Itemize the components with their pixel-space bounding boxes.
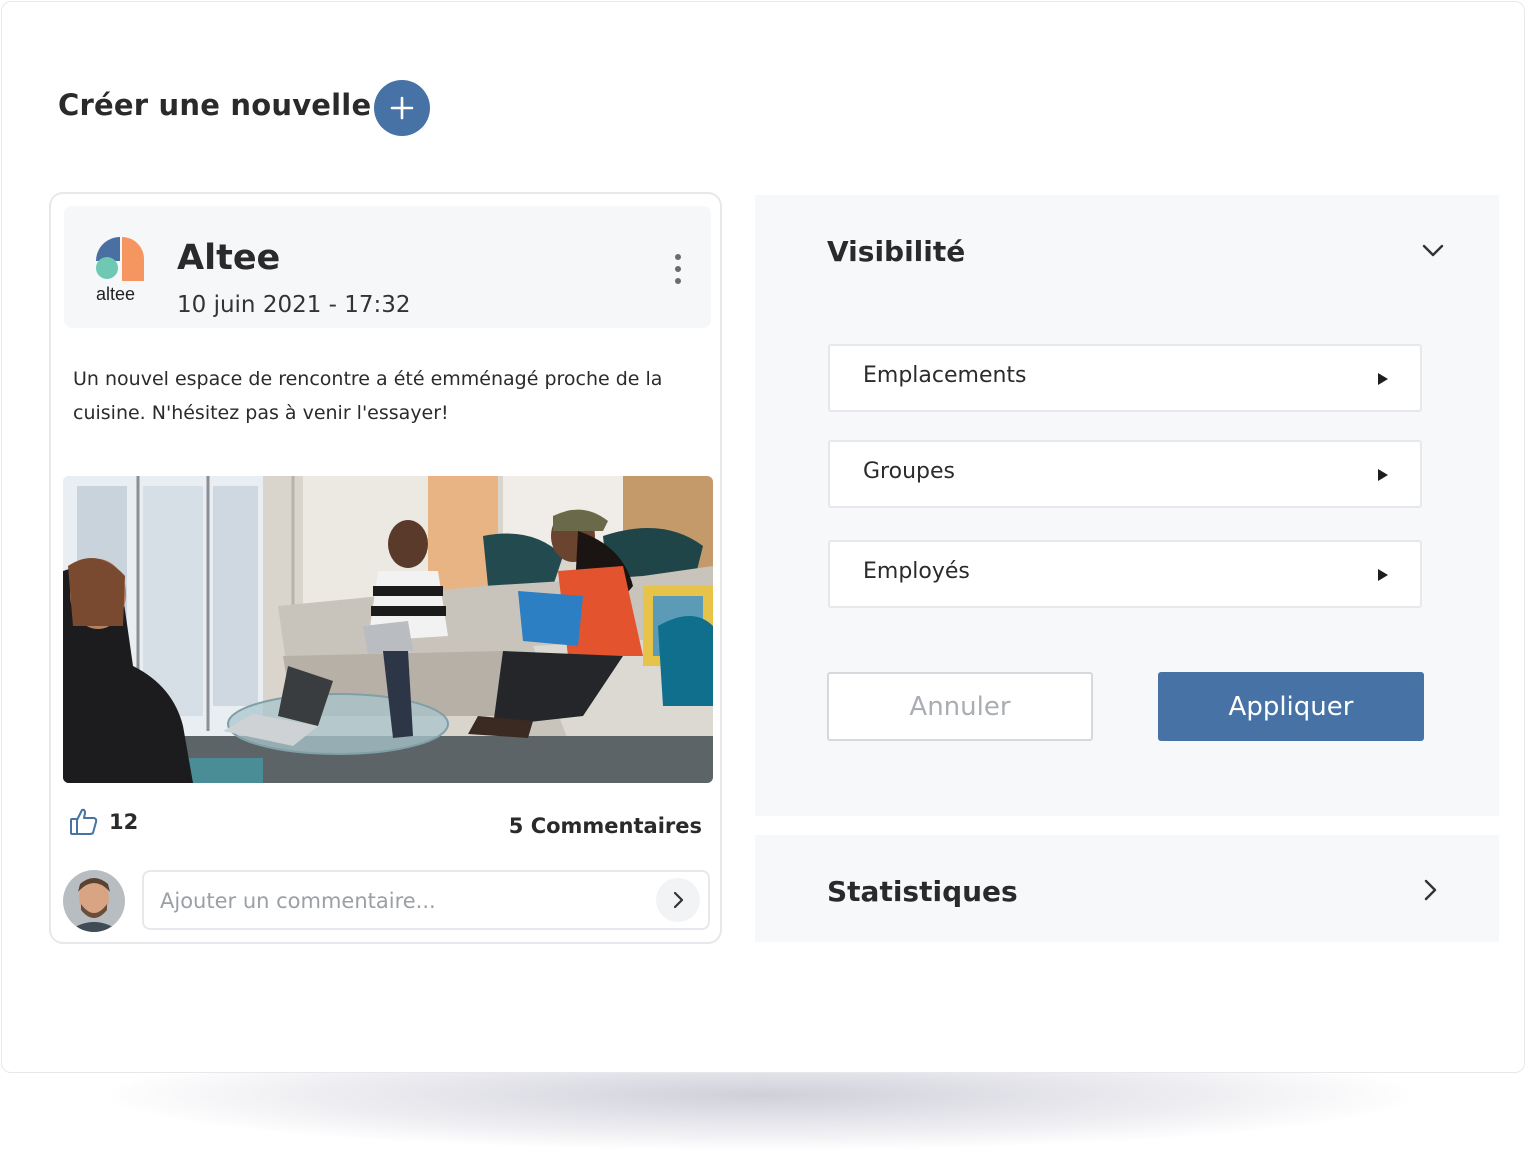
chevron-right-icon <box>673 891 684 909</box>
option-emplacements[interactable]: Emplacements <box>828 344 1422 412</box>
app-frame: Créer une nouvelle altee Altee 10 juin 2… <box>1 1 1525 1073</box>
option-groupes[interactable]: Groupes <box>828 440 1422 508</box>
thumbs-up-icon[interactable] <box>69 807 99 837</box>
create-news-title: Créer une nouvelle <box>58 88 372 122</box>
visibility-panel: Visibilité Emplacements Groupes Employés… <box>755 195 1499 816</box>
logo-text: altee <box>96 284 136 304</box>
send-comment-button[interactable] <box>656 878 700 922</box>
comment-placeholder: Ajouter un commentaire... <box>160 889 436 913</box>
caret-right-icon <box>1378 569 1388 581</box>
option-label: Emplacements <box>863 363 1027 388</box>
option-employes[interactable]: Employés <box>828 540 1422 608</box>
post-photo <box>63 476 713 783</box>
plus-icon <box>390 96 414 120</box>
statistics-title: Statistiques <box>827 875 1018 908</box>
comment-input[interactable]: Ajouter un commentaire... <box>142 870 710 930</box>
caret-right-icon <box>1378 373 1388 385</box>
caret-right-icon <box>1378 469 1388 481</box>
more-vertical-icon[interactable] <box>674 253 682 285</box>
user-avatar <box>63 870 125 932</box>
cancel-button[interactable]: Annuler <box>827 672 1093 741</box>
post-body-text: Un nouvel espace de rencontre a été emmé… <box>73 368 663 424</box>
chevron-right-icon[interactable] <box>1423 878 1439 902</box>
post-date: 10 juin 2021 - 17:32 <box>177 292 411 318</box>
option-label: Groupes <box>863 459 955 484</box>
post-author: Altee <box>177 238 281 278</box>
statistics-panel[interactable]: Statistiques <box>755 835 1499 942</box>
like-count: 12 <box>109 810 139 834</box>
apply-button[interactable]: Appliquer <box>1158 672 1424 741</box>
news-post-card: altee Altee 10 juin 2021 - 17:32 Un nouv… <box>49 192 722 944</box>
chevron-down-icon[interactable] <box>1421 243 1445 259</box>
post-header: altee Altee 10 juin 2021 - 17:32 <box>64 206 711 328</box>
create-news-button[interactable] <box>374 80 430 136</box>
comments-count-link[interactable]: 5 Commentaires <box>509 814 702 838</box>
visibility-title: Visibilité <box>827 235 966 268</box>
option-label: Employés <box>863 559 970 584</box>
